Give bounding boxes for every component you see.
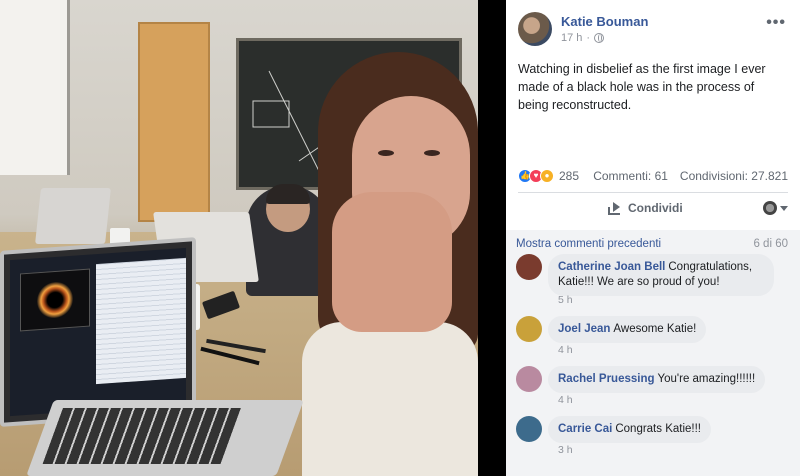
comment-text: You're amazing!!!!!! — [657, 373, 756, 385]
comment-text: Congrats Katie!!! — [615, 423, 701, 435]
action-bar: Condividi — [518, 198, 788, 222]
comment-time[interactable]: 4 h — [558, 344, 573, 356]
photo-laptop-front — [0, 237, 196, 427]
screen-code-panel — [96, 257, 186, 385]
commenter-name[interactable]: Carrie Cai — [558, 423, 612, 435]
post-panel: Katie Bouman 17 h · ••• Watching in disb… — [506, 0, 800, 476]
comment-bubble: Carrie Cai Congrats Katie!!! — [548, 416, 711, 443]
comment-counter: 6 di 60 — [753, 238, 788, 250]
show-previous-comments-link[interactable]: Mostra commenti precedenti — [516, 238, 661, 250]
photo-main-person — [302, 52, 478, 476]
comment-text: Awesome Katie! — [613, 323, 697, 335]
comments-section: Mostra commenti precedenti 6 di 60 Cathe… — [506, 230, 800, 476]
photo-door — [138, 22, 210, 222]
commenter-name[interactable]: Joel Jean — [558, 323, 610, 335]
photo-laptop-back — [35, 188, 111, 244]
chevron-down-icon — [780, 205, 788, 211]
comment-time[interactable]: 4 h — [558, 394, 573, 406]
photo-whiteboard — [0, 0, 70, 175]
post-stats: 👍 ♥ ● 285 Commenti: 61 Condivisioni: 27.… — [518, 169, 788, 185]
commenter-name[interactable]: Catherine Joan Bell — [558, 261, 665, 273]
photo-keyboard — [26, 400, 304, 476]
commenter-name[interactable]: Rachel Pruessing — [558, 373, 655, 385]
reaction-count[interactable]: 285 — [559, 169, 579, 183]
identity-avatar — [763, 201, 777, 215]
globe-icon — [594, 33, 605, 43]
commenter-avatar[interactable] — [516, 366, 542, 392]
commenter-avatar[interactable] — [516, 416, 542, 442]
comment-bubble: Joel Jean Awesome Katie! — [548, 316, 707, 343]
post-text: Watching in disbelief as the first image… — [518, 62, 766, 112]
reactions-summary[interactable]: 👍 ♥ ● 285 — [518, 169, 579, 183]
post-time[interactable]: 17 h — [561, 32, 582, 44]
comment-bubble: Catherine Joan Bell Congratulations, Kati… — [548, 254, 774, 296]
share-button-label: Condividi — [628, 201, 683, 215]
commenter-avatar[interactable] — [516, 254, 542, 280]
author-name[interactable]: Katie Bouman — [561, 14, 648, 29]
comment-bubble: Rachel Pruessing You're amazing!!!!!! — [548, 366, 766, 393]
post-header: Katie Bouman 17 h · ••• — [518, 12, 790, 48]
comment-time[interactable]: 3 h — [558, 444, 573, 456]
more-options-icon[interactable]: ••• — [766, 14, 786, 32]
black-hole-image — [37, 280, 73, 320]
comment-time[interactable]: 5 h — [558, 294, 573, 306]
photo-scene — [0, 0, 478, 476]
author-avatar[interactable] — [518, 12, 552, 46]
wow-reaction-icon: ● — [540, 169, 554, 183]
identity-selector[interactable] — [763, 201, 788, 215]
shares-count-link[interactable]: Condivisioni: 27.821 — [680, 169, 788, 183]
post-meta: 17 h · — [561, 32, 605, 44]
post-photo[interactable] — [0, 0, 506, 476]
black-hole-image-window — [20, 268, 90, 332]
share-button[interactable]: Condividi — [608, 201, 683, 215]
divider — [518, 192, 788, 193]
commenter-avatar[interactable] — [516, 316, 542, 342]
comments-count-link[interactable]: Commenti: 61 — [593, 169, 668, 183]
share-icon — [608, 202, 622, 215]
